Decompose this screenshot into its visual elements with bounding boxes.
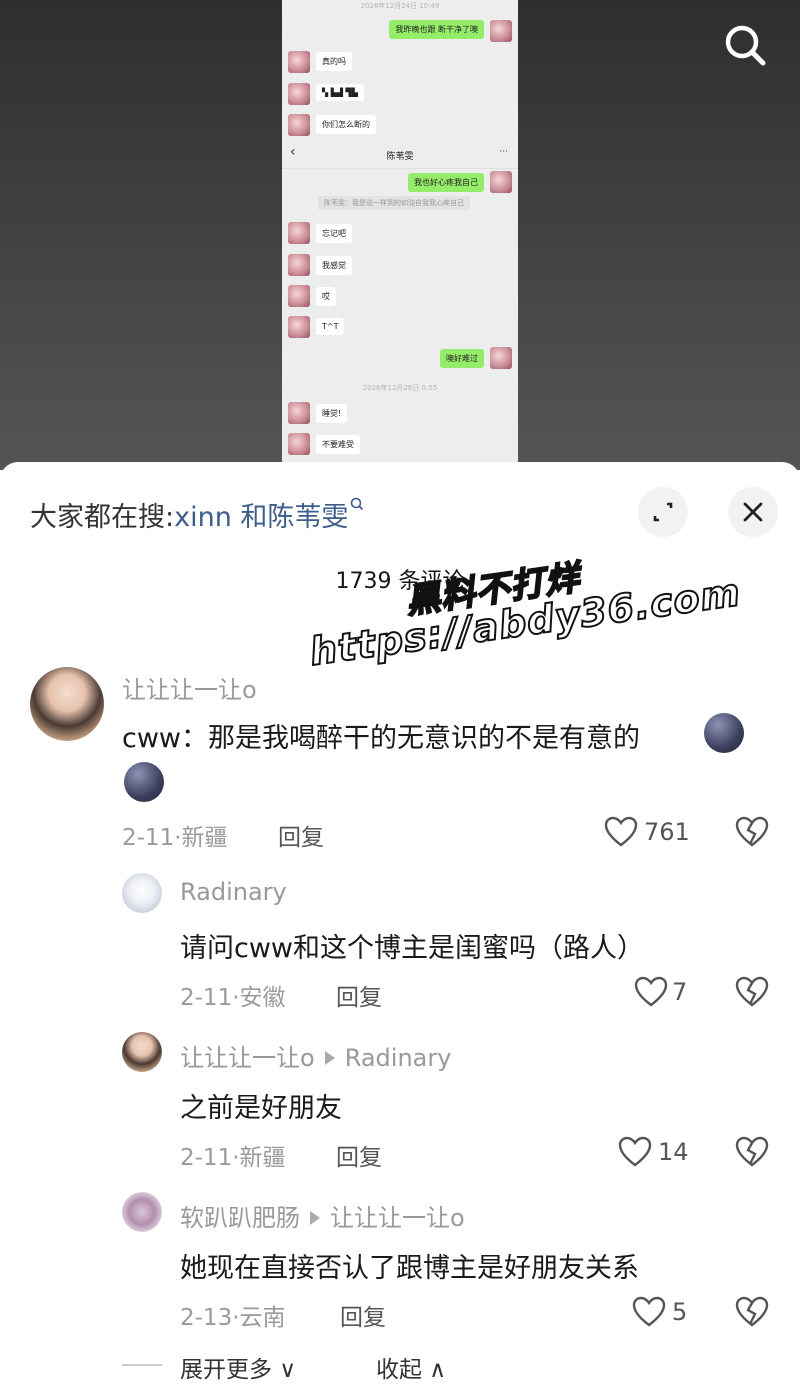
close-icon	[743, 502, 763, 522]
chat-avatar	[490, 171, 512, 193]
chat-bubble-left: T^T	[316, 318, 345, 335]
comment-text: 请问cww和这个博主是闺蜜吗（路人）	[180, 933, 645, 964]
heart-icon[interactable]	[632, 1296, 666, 1328]
chat-bubble-left: 你们怎么断的	[316, 115, 376, 134]
reply-button[interactable]: 回复	[340, 1298, 386, 1332]
chat-avatar	[288, 114, 310, 136]
chat-avatar	[288, 433, 310, 455]
chat-timestamp: 2026年12月24日 10:49	[360, 2, 440, 10]
chat-bubble-left: ▚ ▙▟ ▜▙	[316, 84, 364, 101]
comment-text: 之前是好朋友	[180, 1093, 342, 1124]
comment-username[interactable]: 让让让一让o	[122, 670, 257, 705]
like-count: 7	[672, 978, 688, 1006]
chat-bubble-left: 忘记吧	[316, 224, 352, 243]
comment-date-location: 2-11·新疆	[180, 1145, 286, 1171]
like-count: 14	[658, 1138, 689, 1166]
comment-date-location: 2-11·新疆	[122, 825, 228, 851]
comment-text: cww：那是我喝醉干的无意识的不是有意的	[122, 716, 640, 755]
chat-bubble-right: 我也好心疼我自己	[408, 173, 484, 192]
reply-to-username[interactable]: Radinary	[345, 1044, 452, 1072]
chat-avatar	[490, 347, 512, 369]
like-count: 5	[672, 1298, 688, 1326]
reply-arrow-icon	[324, 1051, 335, 1065]
chat-bubble-right: 我昨晚也跟 断干净了噢	[389, 20, 484, 39]
chat-bubble-left: 不要难受	[316, 435, 360, 454]
divider	[122, 1364, 162, 1366]
reply-button[interactable]: 回复	[336, 1138, 382, 1172]
avatar[interactable]	[30, 667, 104, 741]
comment-text: 她现在直接否认了跟博主是好朋友关系	[180, 1253, 639, 1284]
chat-bubble-right: 噢好难过	[440, 349, 484, 368]
chat-header: ‹ 陈苇雯 ···	[282, 140, 518, 169]
heart-icon[interactable]	[634, 976, 668, 1008]
chat-bubble-left: 我感觉	[316, 256, 352, 275]
chat-bubble-left: 哎	[316, 287, 336, 306]
chat-timestamp: 2026年12月26日 0:55	[362, 384, 438, 392]
chat-avatar	[288, 222, 310, 244]
comment-text-line: cww：那是我喝醉干的无意识的不是有意的	[122, 723, 641, 754]
trending-search[interactable]: 大家都在搜:xinn 和陈苇雯	[30, 495, 364, 534]
chat-bubble-left: 真的吗	[316, 52, 352, 71]
chat-quote: 陈苇雯：我是说一样到的如油自我我心疼自己	[318, 196, 470, 210]
comment-username[interactable]: Radinary	[180, 878, 287, 906]
reply-button[interactable]: 回复	[278, 818, 324, 852]
comment-username-text: 让让让一让o	[180, 1044, 315, 1072]
chat-avatar	[288, 402, 310, 424]
avatar[interactable]	[122, 1032, 162, 1072]
reply-to-username[interactable]: 让让让一让o	[330, 1204, 465, 1232]
search-icon	[725, 25, 766, 66]
broken-heart-icon[interactable]	[735, 976, 769, 1008]
heart-icon[interactable]	[618, 1136, 652, 1168]
chat-avatar	[288, 285, 310, 307]
search-button[interactable]	[718, 20, 770, 72]
close-button[interactable]	[728, 487, 778, 537]
chat-avatar	[288, 254, 310, 276]
chat-avatar	[288, 83, 310, 105]
trending-search-keyword[interactable]: xinn 和陈苇雯	[174, 502, 348, 533]
comment-username[interactable]: 让让让一让o Radinary	[180, 1038, 451, 1073]
trending-search-prefix: 大家都在搜:	[30, 502, 175, 533]
chat-screenshot: 2026年12月24日 10:49 我昨晚也跟 断干净了噢 真的吗 ▚ ▙▟ ▜…	[282, 0, 518, 462]
chat-title: 陈苇雯	[386, 152, 414, 162]
chat-avatar	[288, 51, 310, 73]
comment-date-location: 2-11·安徽	[180, 985, 286, 1011]
reply-button[interactable]: 回复	[336, 978, 382, 1012]
broken-heart-icon[interactable]	[735, 1296, 769, 1328]
broken-heart-icon[interactable]	[735, 816, 769, 848]
search-icon	[351, 497, 364, 511]
comment-username[interactable]: 软趴趴肥肠 让让让一让o	[180, 1198, 465, 1233]
expand-icon	[653, 502, 673, 522]
comment-username-text: 软趴趴肥肠	[180, 1204, 300, 1232]
expand-button[interactable]	[638, 487, 688, 537]
emoji-icon	[124, 762, 164, 802]
expand-more-button[interactable]: 展开更多 ∨	[180, 1350, 296, 1384]
heart-icon[interactable]	[604, 816, 638, 848]
like-count: 761	[644, 818, 690, 846]
avatar[interactable]	[122, 873, 162, 913]
collapse-button[interactable]: 收起 ∧	[376, 1350, 446, 1384]
chat-avatar	[490, 20, 512, 42]
chat-bubble-left: 睡觉!	[316, 404, 348, 423]
emoji-icon	[704, 713, 744, 753]
chat-avatar	[288, 316, 310, 338]
avatar[interactable]	[122, 1192, 162, 1232]
broken-heart-icon[interactable]	[735, 1136, 769, 1168]
chat-more-icon: ···	[499, 147, 508, 157]
reply-arrow-icon	[310, 1211, 320, 1225]
comment-date-location: 2-13·云南	[180, 1305, 286, 1331]
